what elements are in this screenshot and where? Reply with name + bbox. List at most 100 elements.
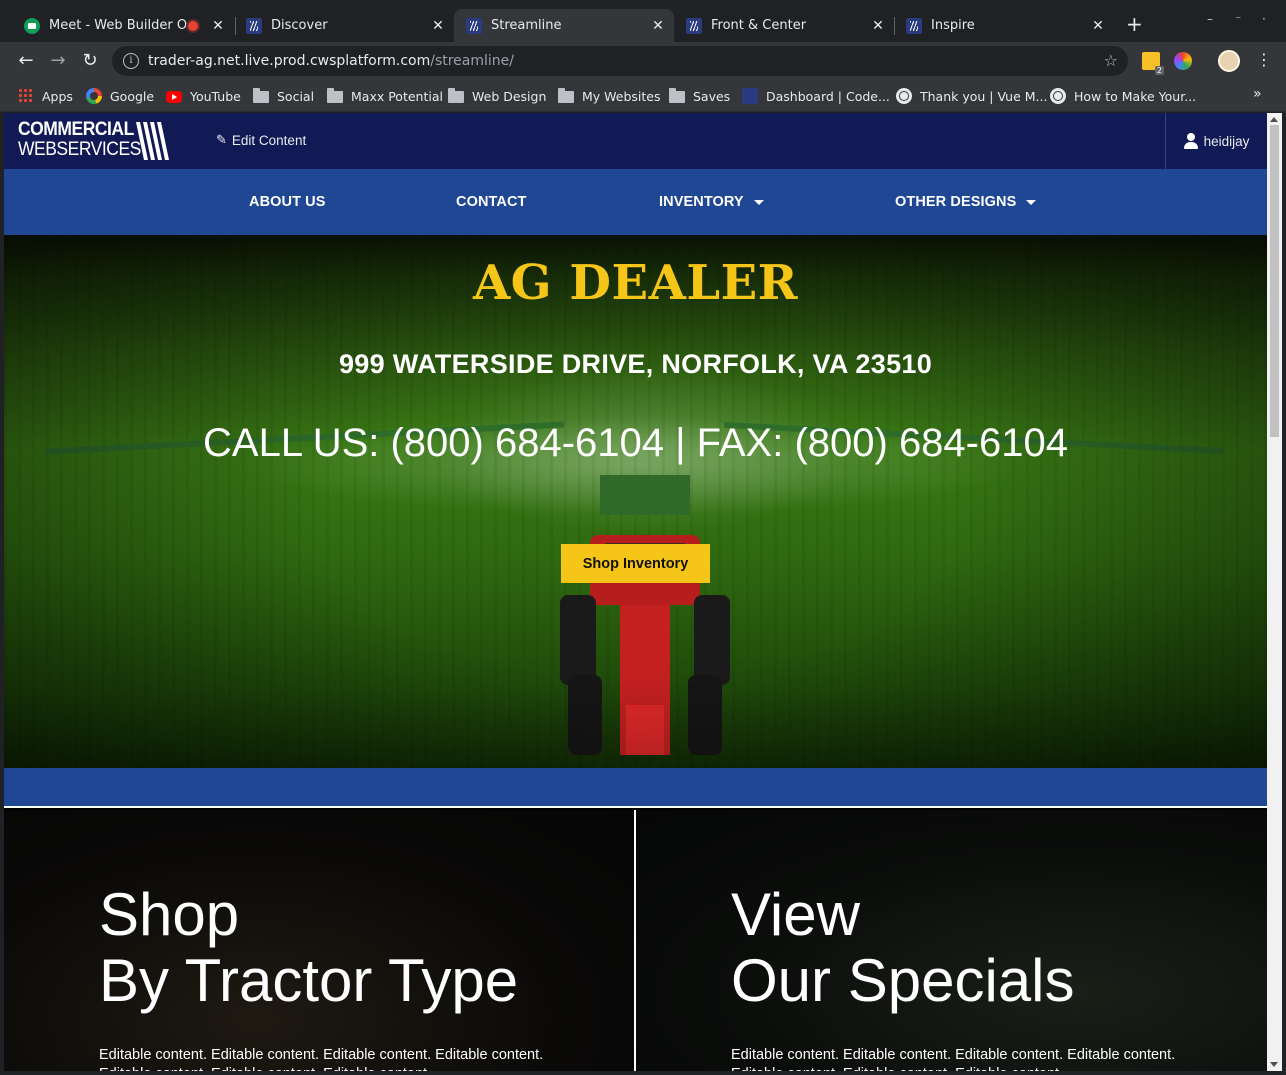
bookmark-label: How to Make Your... (1074, 88, 1197, 104)
browser-toolbar: ← → ↻ i trader-ag.net.live.prod.cwsplatf… (0, 42, 1286, 80)
cws-icon (246, 17, 262, 34)
folder-icon (253, 88, 269, 103)
card-body-text: Editable content. Editable content. Edit… (731, 1047, 1176, 1071)
bookmark-folder-maxx[interactable]: Maxx Potential (327, 86, 443, 106)
profile-avatar[interactable] (1218, 50, 1240, 72)
site-info-icon[interactable]: i (123, 53, 139, 69)
address-bar[interactable]: i trader-ag.net.live.prod.cwsplatform.co… (112, 46, 1128, 76)
apps-grid-icon (18, 88, 34, 104)
dealer-address: 999 WATERSIDE DRIVE, NORFOLK, VA 23510 (338, 349, 933, 379)
tab-title: Streamline (491, 18, 562, 33)
tab-discover[interactable]: Discover ✕ (234, 9, 454, 42)
bookmark-youtube[interactable]: YouTube (166, 86, 241, 106)
close-tab-icon[interactable]: ✕ (868, 18, 888, 34)
card-heading-line: Shop (99, 881, 240, 948)
bookmark-folder-saves[interactable]: Saves (669, 86, 730, 106)
user-menu[interactable]: heidijay (1165, 113, 1267, 169)
cws-icon (906, 17, 922, 34)
nav-label: OTHER DESIGNS (895, 194, 1017, 210)
browser-tab-strip: Meet - Web Builder Offic ✕ Discover ✕ St… (0, 0, 1286, 42)
bookmark-howto[interactable]: How to Make Your... (1050, 86, 1196, 106)
tab-inspire[interactable]: Inspire ✕ (894, 9, 1114, 42)
close-tab-icon[interactable]: ✕ (1088, 18, 1108, 34)
logo-stripes-icon (136, 122, 169, 160)
logo-line-2: WEBSERVICES (18, 139, 141, 160)
folder-icon (669, 88, 685, 103)
pencil-icon: ✎ (216, 132, 227, 147)
edit-content-label: Edit Content (231, 132, 307, 148)
nav-about-us[interactable]: ABOUT US (249, 169, 326, 235)
caret-down-icon (1026, 199, 1037, 205)
main-navigation: ABOUT US CONTACT INVENTORY OTHER DESIGNS (4, 169, 1267, 235)
bookmark-folder-mywebsites[interactable]: My Websites (558, 86, 661, 106)
bookmark-label: Saves (693, 88, 731, 104)
new-tab-icon[interactable]: + (1126, 14, 1143, 34)
bookmark-folder-webdesign[interactable]: Web Design (448, 86, 546, 106)
menu-kebab-icon[interactable]: ⋮ (1256, 50, 1272, 69)
folder-icon (558, 88, 574, 103)
scrollbar-thumb[interactable] (1270, 125, 1279, 437)
tab-title: Meet - Web Builder Offic (49, 18, 188, 33)
card-heading: View Our Specials (731, 882, 1074, 1014)
forward-icon[interactable]: → (47, 50, 69, 72)
bookmark-label: My Websites (582, 88, 661, 104)
nav-other-designs[interactable]: OTHER DESIGNS (895, 169, 1037, 235)
reload-icon[interactable]: ↻ (79, 50, 101, 72)
scroll-down-icon[interactable] (1270, 1062, 1278, 1067)
close-tab-icon[interactable]: ✕ (208, 18, 228, 34)
nav-label: ABOUT US (249, 194, 326, 210)
admin-bar: COMMERCIAL WEBSERVICES ✎ Edit Content he… (4, 113, 1267, 169)
page-scrollbar[interactable] (1267, 113, 1282, 1071)
card-heading-line: By Tractor Type (99, 947, 519, 1014)
shop-inventory-button[interactable]: Shop Inventory (561, 544, 710, 583)
cws-icon (686, 17, 702, 34)
folder-icon (448, 88, 464, 103)
bookmark-dashboard[interactable]: Dashboard | Code... (742, 86, 890, 106)
close-tab-icon[interactable]: ✕ (428, 18, 448, 34)
tab-meet[interactable]: Meet - Web Builder Offic ✕ (12, 9, 234, 42)
site-logo[interactable]: COMMERCIAL WEBSERVICES (18, 120, 152, 160)
bookmark-label: YouTube (190, 88, 241, 104)
bookmark-apps[interactable]: Apps (18, 86, 73, 106)
url-host: trader-ag.net.live.prod.cwsplatform.com (148, 53, 431, 69)
bookmark-thankyou[interactable]: Thank you | Vue M... (896, 86, 1047, 106)
card-heading: Shop By Tractor Type (99, 882, 518, 1014)
caret-down-icon (753, 199, 764, 205)
bookmark-label: Thank you | Vue M... (920, 88, 1048, 104)
nav-label: CONTACT (456, 194, 527, 210)
cws-icon (466, 17, 482, 34)
extension-badge: 2 (1154, 66, 1164, 75)
nav-inventory[interactable]: INVENTORY (659, 169, 764, 235)
maximize-icon[interactable]: ⁻ (1235, 12, 1241, 26)
username: heidijay (1203, 133, 1250, 149)
globe-icon (1050, 88, 1066, 104)
color-picker-extension-icon[interactable] (1174, 52, 1192, 70)
back-icon[interactable]: ← (15, 50, 37, 72)
bookmark-label: Dashboard | Code... (766, 88, 890, 104)
card-shop-by-type[interactable]: Shop By Tractor Type Editable content. E… (4, 810, 634, 1071)
close-window-icon[interactable]: · (1262, 12, 1266, 26)
bookmark-label: Apps (42, 88, 73, 104)
tab-title: Discover (271, 18, 328, 33)
scroll-up-icon[interactable] (1270, 117, 1278, 122)
more-bookmarks-icon[interactable]: » (1253, 86, 1262, 102)
nav-contact[interactable]: CONTACT (456, 169, 527, 235)
bookmark-google[interactable]: Google (86, 86, 154, 106)
close-tab-icon[interactable]: ✕ (648, 18, 668, 34)
blue-divider-band (4, 768, 1267, 808)
card-view-specials[interactable]: View Our Specials Editable content. Edit… (636, 810, 1267, 1071)
sticky-notes-extension-icon[interactable]: 2 (1142, 52, 1164, 75)
tab-title: Front & Center (711, 18, 807, 33)
minimize-icon[interactable]: – (1207, 12, 1213, 26)
site-icon (742, 88, 758, 104)
card-heading-line: View (731, 881, 860, 948)
edit-content-button[interactable]: ✎ Edit Content (216, 132, 306, 148)
tab-streamline[interactable]: Streamline ✕ (454, 9, 674, 42)
bookmark-star-icon[interactable]: ☆ (1104, 51, 1118, 70)
globe-icon (896, 88, 912, 104)
tab-front-center[interactable]: Front & Center ✕ (674, 9, 894, 42)
google-icon (86, 88, 102, 104)
url-path: /streamline/ (430, 53, 514, 69)
bookmark-folder-social[interactable]: Social (253, 86, 314, 106)
bookmark-label: Google (110, 88, 155, 104)
